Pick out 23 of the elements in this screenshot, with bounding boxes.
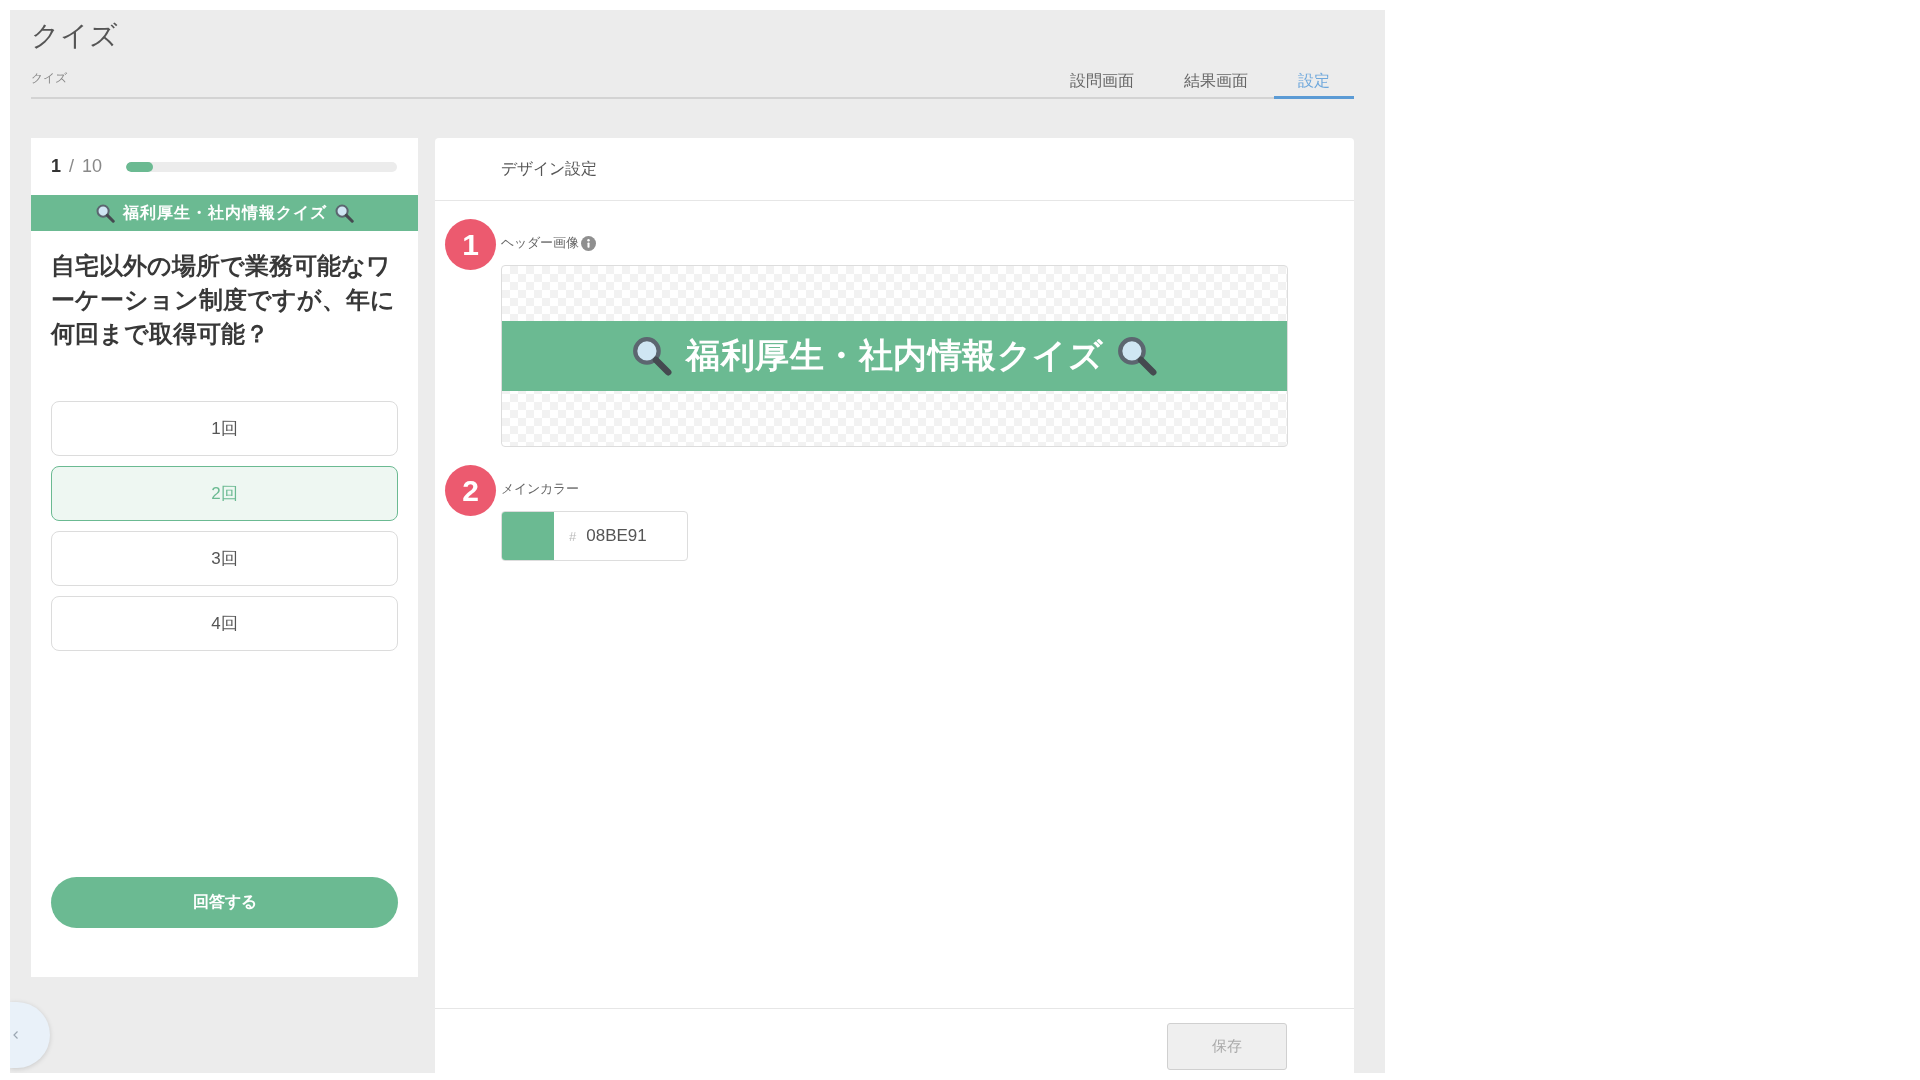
magnifier-icon <box>1117 336 1157 376</box>
question-text: 自宅以外の場所で業務可能なワーケーション制度ですが、年に何回まで取得可能？ <box>51 251 396 349</box>
chevron-left-icon <box>13 1031 18 1039</box>
step-number-badge: 2 <box>445 465 496 516</box>
answer-option[interactable]: 4回 <box>51 596 398 651</box>
tab[interactable]: 結果画面 <box>1160 71 1272 99</box>
answer-option[interactable]: 1回 <box>51 401 398 456</box>
magnifier-icon <box>632 336 672 376</box>
section-heading: デザイン設定 <box>501 158 597 179</box>
banner-title: 福利厚生・社内情報クイズ <box>122 202 327 223</box>
answer-option[interactable]: 3回 <box>51 531 398 586</box>
banner-title: 福利厚生・社内情報クイズ <box>686 335 1103 376</box>
step-number-badge: 1 <box>445 219 496 270</box>
progress-text: 1 / 10 <box>51 156 103 177</box>
field-label: メインカラー <box>501 480 579 498</box>
field-label: ヘッダー画像 <box>501 234 579 252</box>
page-title: クイズ <box>31 19 118 53</box>
color-input-field[interactable]: # 08BE91 <box>501 511 688 561</box>
tab[interactable]: 設問画面 <box>1046 71 1158 99</box>
breadcrumb-link[interactable]: クイズ <box>31 71 67 86</box>
magnifier-icon <box>334 203 354 223</box>
info-icon[interactable] <box>581 235 596 251</box>
magnifier-icon <box>95 203 115 223</box>
